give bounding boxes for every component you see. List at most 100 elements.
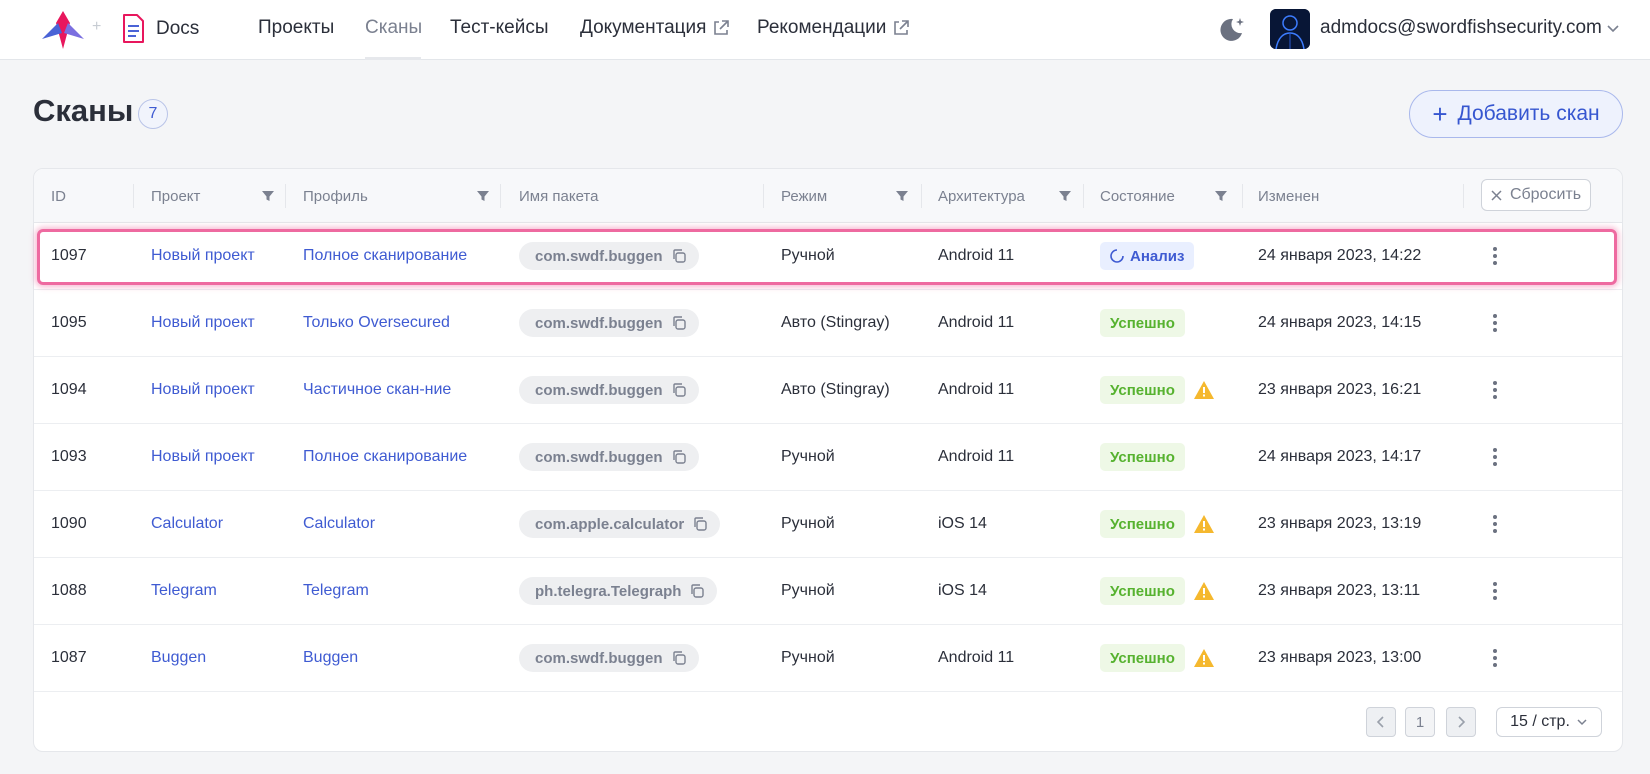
- profile-link[interactable]: Telegram: [303, 558, 369, 624]
- kebab-menu-icon[interactable]: [1485, 378, 1505, 402]
- package-name: com.swdf.buggen: [535, 314, 663, 332]
- kebab-menu-icon[interactable]: [1485, 445, 1505, 469]
- copy-icon[interactable]: [671, 248, 687, 264]
- copy-icon[interactable]: [689, 583, 705, 599]
- mode-value: Ручной: [781, 582, 835, 599]
- column-header-profile[interactable]: Профиль: [303, 169, 368, 223]
- mode-value: Ручной: [781, 247, 835, 264]
- user-email[interactable]: admdocs@swordfishsecurity.com: [1320, 17, 1602, 39]
- row-actions[interactable]: [1485, 491, 1505, 557]
- kebab-menu-icon[interactable]: [1485, 244, 1505, 268]
- filter-icon[interactable]: [1214, 189, 1228, 203]
- copy-icon[interactable]: [671, 650, 687, 666]
- column-divider: [921, 184, 922, 208]
- row-actions[interactable]: [1485, 625, 1505, 691]
- row-actions[interactable]: [1485, 424, 1505, 490]
- filter-icon[interactable]: [476, 189, 490, 203]
- table-header: ID Проект Профиль Имя пакета Режим Архит…: [34, 169, 1622, 223]
- plus-separator: +: [92, 18, 102, 35]
- table-row[interactable]: 1093 Новый проект Полное сканирование com.s…: [34, 424, 1622, 491]
- nav-documentation[interactable]: Документация: [580, 17, 730, 39]
- row-actions[interactable]: [1485, 558, 1505, 624]
- kebab-menu-icon[interactable]: [1485, 579, 1505, 603]
- profile-link[interactable]: Buggen: [303, 625, 358, 691]
- table-row[interactable]: 1088 Telegram Telegram ph.telegra.Telegraph…: [34, 558, 1622, 625]
- profile-link[interactable]: Calculator: [303, 491, 375, 557]
- profile-link[interactable]: Только Oversecured: [303, 290, 450, 356]
- chevron-right-icon: [1458, 716, 1466, 728]
- copy-icon[interactable]: [671, 449, 687, 465]
- page-number-button[interactable]: 1: [1405, 707, 1435, 737]
- column-header-architecture[interactable]: Архитектура: [938, 169, 1025, 223]
- nav-scans[interactable]: Сканы: [365, 17, 422, 39]
- status-label: Успешно: [1110, 515, 1175, 533]
- add-scan-button[interactable]: + Добавить скан: [1409, 90, 1623, 138]
- column-header-status[interactable]: Состояние: [1100, 169, 1175, 223]
- copy-icon[interactable]: [671, 315, 687, 331]
- project-link[interactable]: Новый проект: [151, 290, 255, 356]
- status-cell: Успешно: [1100, 558, 1215, 624]
- nav-projects[interactable]: Проекты: [258, 17, 334, 39]
- column-header-package[interactable]: Имя пакета: [519, 169, 598, 223]
- status-cell: Успешно: [1100, 491, 1215, 557]
- filter-icon[interactable]: [895, 189, 909, 203]
- table-row[interactable]: 1087 Buggen Buggen com.swdf.buggen Ручной And…: [34, 625, 1622, 692]
- package-cell: com.swdf.buggen: [519, 290, 699, 356]
- profile-link[interactable]: Полное сканирование: [303, 424, 467, 490]
- column-header-id[interactable]: ID: [51, 169, 66, 223]
- project-link[interactable]: Новый проект: [151, 223, 255, 289]
- close-icon: [1491, 189, 1502, 201]
- package-cell: com.swdf.buggen: [519, 424, 699, 490]
- column-header-project[interactable]: Проект: [151, 169, 200, 223]
- logo-icon[interactable]: [40, 9, 86, 51]
- mode-value: Ручной: [781, 515, 835, 532]
- app-label[interactable]: Docs: [156, 18, 199, 40]
- package-cell: ph.telegra.Telegraph: [519, 558, 718, 624]
- row-actions[interactable]: [1485, 357, 1505, 423]
- modified-date: 24 января 2023, 14:22: [1258, 247, 1422, 264]
- row-actions[interactable]: [1485, 290, 1505, 356]
- table-row[interactable]: 1094 Новый проект Частичное скан-ние com.sw…: [34, 357, 1622, 424]
- active-nav-indicator: [365, 57, 421, 60]
- row-actions[interactable]: [1485, 223, 1505, 289]
- avatar[interactable]: [1270, 9, 1310, 49]
- column-header-mode[interactable]: Режим: [781, 169, 827, 223]
- project-link[interactable]: Calculator: [151, 491, 223, 557]
- project-link[interactable]: Новый проект: [151, 424, 255, 490]
- modified-date: 23 января 2023, 13:11: [1258, 582, 1421, 599]
- reset-filters-button[interactable]: Сбросить: [1481, 179, 1591, 211]
- table-row[interactable]: 1090 Calculator Calculator com.apple.calcul…: [34, 491, 1622, 558]
- filter-icon[interactable]: [1058, 189, 1072, 203]
- warning-icon: [1193, 381, 1214, 399]
- project-link[interactable]: Buggen: [151, 625, 206, 691]
- kebab-menu-icon[interactable]: [1485, 646, 1505, 670]
- column-header-modified[interactable]: Изменен: [1258, 169, 1319, 223]
- status-cell: Успешно: [1100, 424, 1185, 490]
- package-chip: com.swdf.buggen: [519, 242, 699, 270]
- copy-icon[interactable]: [671, 382, 687, 398]
- next-page-button[interactable]: [1446, 707, 1476, 737]
- filter-icon[interactable]: [261, 189, 275, 203]
- nav-documentation-label: Документация: [580, 17, 707, 38]
- profile-link[interactable]: Полное сканирование: [303, 223, 467, 289]
- profile-link[interactable]: Частичное скан-ние: [303, 357, 451, 423]
- prev-page-button[interactable]: [1366, 707, 1396, 737]
- copy-icon[interactable]: [692, 516, 708, 532]
- page-size-label: 15 / стр.: [1510, 713, 1570, 730]
- moon-icon[interactable]: [1216, 14, 1246, 44]
- project-link[interactable]: Новый проект: [151, 357, 255, 423]
- package-chip: com.swdf.buggen: [519, 376, 699, 404]
- status-label: Успешно: [1110, 381, 1175, 399]
- table-row[interactable]: 1097 Новый проект Полное сканирование com.s…: [34, 223, 1622, 290]
- architecture-value: Android 11: [938, 381, 1015, 398]
- kebab-menu-icon[interactable]: [1485, 512, 1505, 536]
- modified-date: 23 января 2023, 13:00: [1258, 649, 1422, 666]
- nav-test-cases[interactable]: Тест-кейсы: [450, 17, 549, 39]
- table-row[interactable]: 1095 Новый проект Только Oversecured com.sw…: [34, 290, 1622, 357]
- page-size-select[interactable]: 15 / стр.: [1496, 707, 1602, 737]
- nav-recommendations[interactable]: Рекомендации: [757, 17, 910, 39]
- chevron-down-icon[interactable]: [1606, 22, 1620, 36]
- column-divider: [763, 184, 764, 208]
- project-link[interactable]: Telegram: [151, 558, 217, 624]
- kebab-menu-icon[interactable]: [1485, 311, 1505, 335]
